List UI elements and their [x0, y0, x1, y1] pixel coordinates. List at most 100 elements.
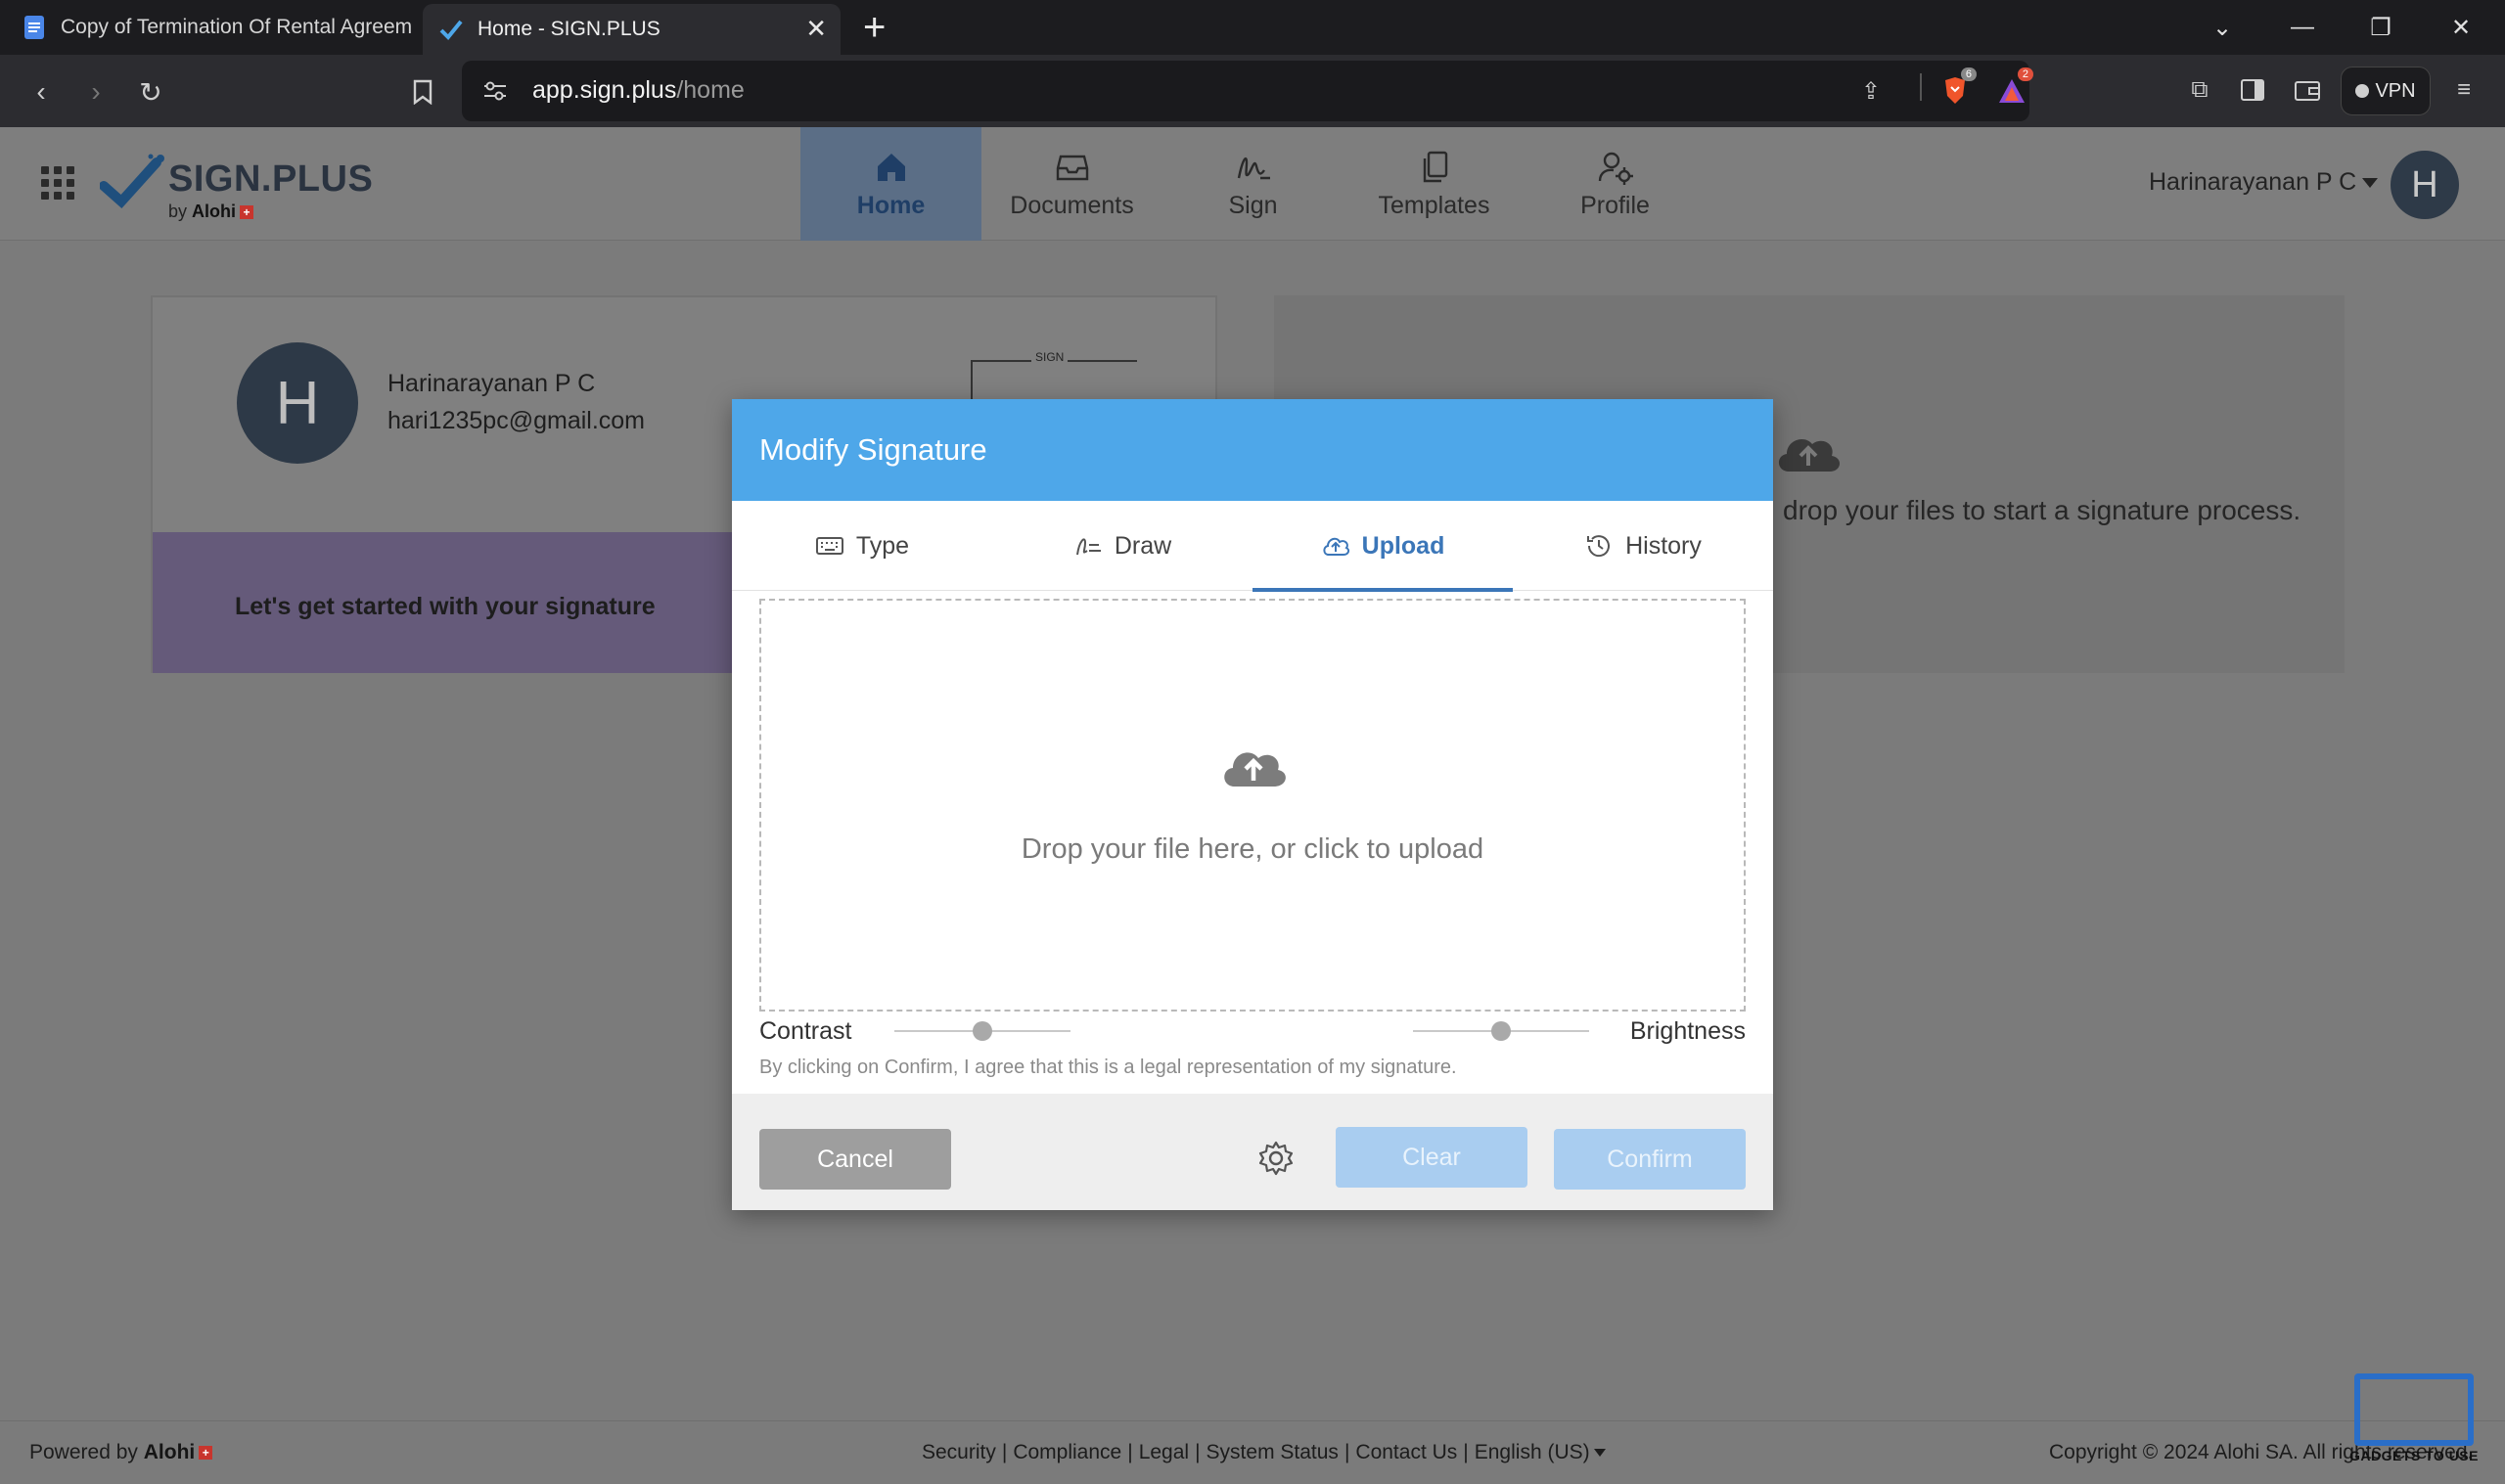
footer-links: Security | Compliance | Legal | System Status |… [922, 1441, 1606, 1464]
browser-tab-docs[interactable]: Copy of Termination Of Rental Agreem [22, 0, 413, 55]
nav-documents-label: Documents [1010, 191, 1134, 219]
brave-shields-icon[interactable]: 6 [1937, 67, 1977, 109]
swiss-flag-icon: + [199, 1446, 213, 1461]
vpn-label: VPN [2375, 79, 2416, 102]
footer-link-compliance[interactable]: Compliance [1013, 1441, 1121, 1463]
profile-email: hari1235pc@gmail.com [387, 407, 646, 434]
logo-brand: Alohi [192, 202, 237, 221]
legal-notice: By clicking on Confirm, I agree that thi… [759, 1057, 1457, 1078]
apps-grid-icon[interactable] [41, 166, 74, 200]
share-icon[interactable]: ⇪ [1853, 73, 1889, 109]
footer-link-contact[interactable]: Contact Us [1355, 1441, 1457, 1463]
vpn-status-icon [2355, 84, 2370, 98]
language-select[interactable]: English (US) [1475, 1441, 1590, 1463]
divider: | [1344, 1441, 1350, 1463]
powered-by-label: Powered by [29, 1441, 138, 1463]
logo-check-icon [100, 154, 164, 209]
contrast-slider[interactable] [894, 1021, 1070, 1041]
footer-link-legal[interactable]: Legal [1139, 1441, 1189, 1463]
cloud-upload-icon [1323, 537, 1349, 556]
brave-rewards-icon[interactable]: 2 [1994, 67, 2033, 109]
cloud-upload-icon [1778, 439, 1841, 472]
vpn-button[interactable]: VPN [2341, 67, 2431, 115]
rewards-count-badge: 2 [2017, 67, 2033, 81]
minimize-icon[interactable]: — [2268, 0, 2337, 55]
tab-draw[interactable]: Draw [992, 501, 1252, 591]
nav-documents[interactable]: Documents [981, 127, 1162, 241]
nav-templates-label: Templates [1378, 191, 1490, 219]
nav-home-label: Home [856, 191, 926, 219]
nav-sign[interactable]: Sign [1162, 127, 1344, 241]
footer-link-system-status[interactable]: System Status [1207, 1441, 1339, 1463]
dialog-footer: Cancel Clear Confirm [732, 1094, 1773, 1210]
url-text[interactable]: app.sign.plus/home [532, 76, 745, 105]
new-tab-icon[interactable]: + [863, 6, 886, 50]
pen-icon [1075, 538, 1101, 556]
watermark-logo-icon [2354, 1373, 2474, 1446]
copy-icon [1423, 151, 1447, 182]
swiss-flag-icon: + [240, 205, 254, 220]
tab-upload[interactable]: Upload [1252, 501, 1513, 592]
extensions-icon[interactable]: ⧉ [2182, 72, 2217, 108]
site-settings-icon[interactable] [476, 71, 515, 111]
clear-button[interactable]: Clear [1336, 1127, 1527, 1188]
contrast-slider-handle[interactable] [973, 1021, 992, 1041]
avatar[interactable]: H [2391, 151, 2459, 219]
powered-by-brand[interactable]: Alohi [144, 1441, 196, 1463]
drop-card-text: drop your files to start a signature pro… [1783, 495, 2301, 525]
user-menu-name[interactable]: Harinarayanan P C [2149, 168, 2356, 197]
bookmark-icon[interactable] [403, 72, 442, 112]
cancel-button[interactable]: Cancel [759, 1129, 951, 1190]
browser-tab-title: Copy of Termination Of Rental Agreem [61, 16, 413, 38]
browser-tab-signplus[interactable]: Home - SIGN.PLUS ✕ [423, 4, 841, 55]
signplus-logo[interactable]: SIGN.PLUS by Alohi + [100, 149, 373, 227]
cloud-upload-icon [1224, 752, 1286, 787]
brightness-slider-handle[interactable] [1491, 1021, 1511, 1041]
shields-count-badge: 6 [1960, 67, 1977, 81]
docs-icon [24, 16, 44, 39]
signature-banner-text: Let's get started with your signature [235, 593, 656, 620]
nav-profile-label: Profile [1580, 191, 1650, 219]
footer-link-security[interactable]: Security [922, 1441, 996, 1463]
chevron-down-icon[interactable] [1593, 1449, 1606, 1458]
signature-upload-dropzone[interactable]: Drop your file here, or click to upload [759, 599, 1746, 1012]
logo-byline: by Alohi + [168, 202, 254, 222]
contrast-label: Contrast [759, 1017, 852, 1045]
signature-thumbnail-label: SIGN [1031, 350, 1069, 364]
home-icon [877, 153, 905, 181]
sidebar-icon[interactable] [2235, 72, 2270, 108]
tab-history[interactable]: History [1513, 501, 1773, 591]
app-header: SIGN.PLUS by Alohi + Home Documents Sign … [0, 127, 2505, 241]
menu-icon[interactable]: ≡ [2446, 72, 2482, 108]
reload-icon[interactable]: ↻ [131, 72, 170, 112]
nav-sign-label: Sign [1228, 191, 1278, 219]
chevron-down-icon[interactable] [2362, 178, 2378, 188]
profile-avatar: H [237, 342, 358, 464]
nav-templates[interactable]: Templates [1344, 127, 1525, 241]
close-window-icon[interactable]: ✕ [2427, 0, 2495, 55]
user-gear-icon [1598, 152, 1633, 185]
gear-icon[interactable] [1256, 1139, 1296, 1178]
divider: | [1195, 1441, 1201, 1463]
back-icon[interactable]: ‹ [22, 72, 61, 112]
address-bar[interactable]: app.sign.plus/home ⇪ 6 2 [462, 61, 2033, 121]
main-nav: Home Documents Sign Templates Profile [800, 127, 1706, 241]
dialog-header: Modify Signature [732, 399, 1773, 501]
close-tab-icon[interactable]: ✕ [805, 14, 827, 44]
brightness-slider[interactable] [1413, 1021, 1589, 1041]
inbox-icon [1056, 155, 1088, 180]
divider: | [1001, 1441, 1008, 1463]
browser-tab-strip: Copy of Termination Of Rental Agreem Hom… [0, 0, 2505, 55]
tab-draw-label: Draw [1114, 531, 1172, 560]
nav-profile[interactable]: Profile [1525, 127, 1706, 241]
wallet-icon[interactable] [2290, 72, 2325, 108]
forward-icon[interactable]: › [76, 72, 115, 112]
confirm-button[interactable]: Confirm [1554, 1129, 1746, 1190]
dropzone-text: Drop your file here, or click to upload [1021, 833, 1484, 865]
logo-wordmark: SIGN.PLUS [168, 158, 374, 200]
restore-icon[interactable]: ❐ [2346, 0, 2415, 55]
divider: | [1463, 1441, 1469, 1463]
tab-type[interactable]: Type [732, 501, 992, 591]
tab-search-chevron-icon[interactable]: ⌄ [2188, 0, 2256, 55]
nav-home[interactable]: Home [800, 127, 981, 241]
